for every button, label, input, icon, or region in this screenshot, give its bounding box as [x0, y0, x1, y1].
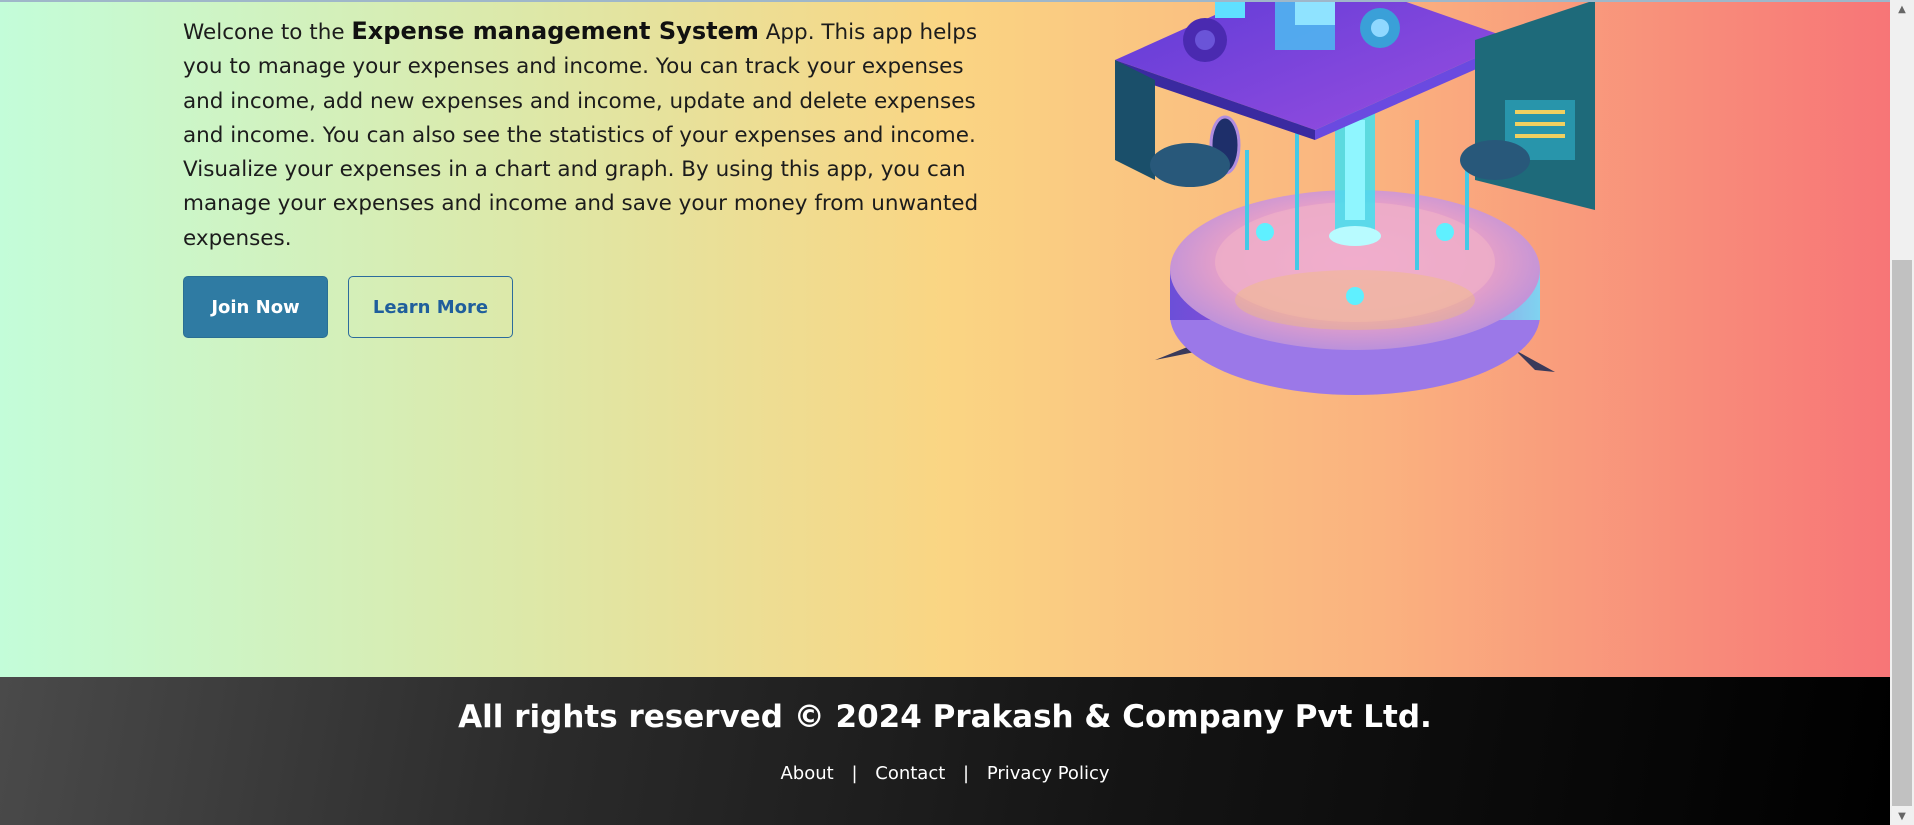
footer-link-contact[interactable]: Contact: [875, 763, 945, 784]
footer-separator: |: [851, 763, 858, 784]
app-name: Expense management System: [351, 17, 759, 45]
footer-link-privacy-policy[interactable]: Privacy Policy: [987, 763, 1110, 784]
isometric-server-illustration-icon: [1115, 0, 1595, 395]
footer-separator: |: [963, 763, 970, 784]
window-top-border: [0, 0, 1890, 2]
vertical-scrollbar[interactable]: ▲ ▼: [1890, 0, 1914, 825]
join-now-button[interactable]: Join Now: [183, 276, 328, 338]
footer-link-about[interactable]: About: [780, 763, 833, 784]
intro-paragraph: Welcone to the Expense management System…: [183, 14, 983, 256]
scroll-up-arrow-icon[interactable]: ▲: [1890, 0, 1914, 18]
footer-links: About | Contact | Privacy Policy: [0, 763, 1890, 784]
intro-body: App. This app helps you to manage your e…: [183, 20, 979, 251]
page-footer: All rights reserved © 2024 Prakash & Com…: [0, 677, 1890, 825]
copyright-text: All rights reserved © 2024 Prakash & Com…: [458, 699, 1432, 735]
page-viewport: Welcone to the Expense management System…: [0, 0, 1890, 825]
learn-more-button[interactable]: Learn More: [348, 276, 513, 338]
hero-section: Welcone to the Expense management System…: [0, 0, 1890, 677]
scrollbar-thumb[interactable]: [1892, 260, 1912, 806]
scroll-down-arrow-icon[interactable]: ▼: [1890, 807, 1914, 825]
intro-prefix: Welcone to the: [183, 20, 352, 45]
